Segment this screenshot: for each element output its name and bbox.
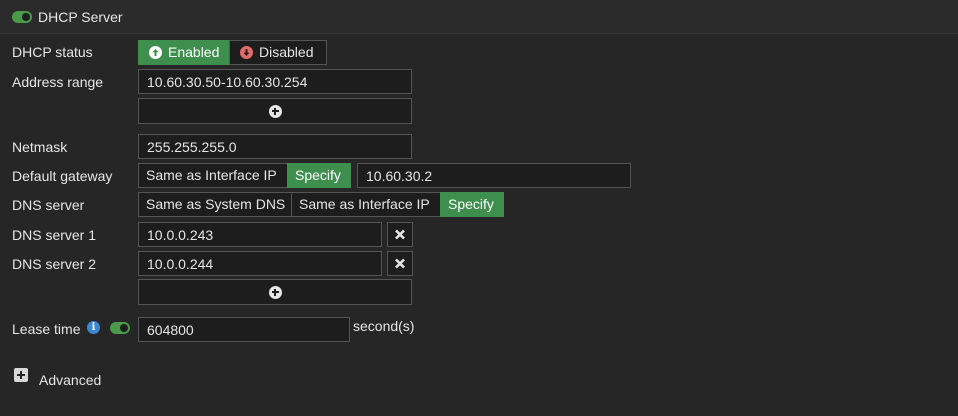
disabled-label: Disabled (259, 44, 314, 60)
dhcp-status-enabled-button[interactable]: Enabled (138, 40, 230, 65)
dhcp-status-disabled-button[interactable]: Disabled (229, 40, 327, 65)
lease-time-toggle[interactable] (110, 322, 130, 334)
netmask-input[interactable] (138, 134, 412, 159)
remove-dns-server-2-button[interactable] (387, 251, 413, 276)
arrow-up-circle-icon (149, 46, 162, 59)
section-title: DHCP Server (38, 9, 123, 25)
dns-server-1-label: DNS server 1 (12, 227, 97, 243)
default-gateway-input[interactable] (357, 163, 631, 188)
dns-server-2-label: DNS server 2 (12, 256, 97, 272)
expand-plus-icon[interactable] (14, 368, 28, 382)
gateway-same-as-interface-button[interactable]: Same as Interface IP (138, 163, 288, 188)
close-icon (395, 258, 405, 269)
enabled-label: Enabled (168, 44, 220, 60)
info-icon[interactable]: i (87, 321, 100, 334)
advanced-toggle[interactable]: Advanced (39, 372, 101, 388)
dns-server-label: DNS server (12, 197, 85, 213)
dhcp-server-toggle[interactable] (12, 11, 32, 23)
dns-same-as-system-button[interactable]: Same as System DNS (138, 192, 292, 217)
plus-circle-icon (268, 104, 282, 118)
dns-server-2-input[interactable] (138, 251, 382, 276)
lease-time-input[interactable] (138, 317, 350, 342)
close-icon (395, 229, 405, 240)
default-gateway-label: Default gateway (12, 168, 113, 184)
address-range-label: Address range (12, 74, 104, 90)
address-range-input[interactable] (138, 69, 412, 94)
add-address-range-button[interactable] (138, 98, 412, 124)
dns-specify-button[interactable]: Specify (440, 192, 504, 217)
dhcp-status-label: DHCP status (12, 44, 93, 60)
plus-circle-icon (268, 285, 282, 299)
remove-dns-server-1-button[interactable] (387, 222, 413, 247)
gateway-specify-button[interactable]: Specify (287, 163, 351, 188)
dns-server-1-input[interactable] (138, 222, 382, 247)
dhcp-server-header: DHCP Server (0, 0, 958, 34)
lease-time-label: Lease time (12, 321, 81, 337)
lease-time-unit: second(s) (353, 318, 415, 334)
dns-same-as-interface-button[interactable]: Same as Interface IP (291, 192, 441, 217)
add-dns-server-button[interactable] (138, 279, 412, 305)
netmask-label: Netmask (12, 139, 68, 155)
arrow-down-circle-icon (240, 46, 253, 59)
